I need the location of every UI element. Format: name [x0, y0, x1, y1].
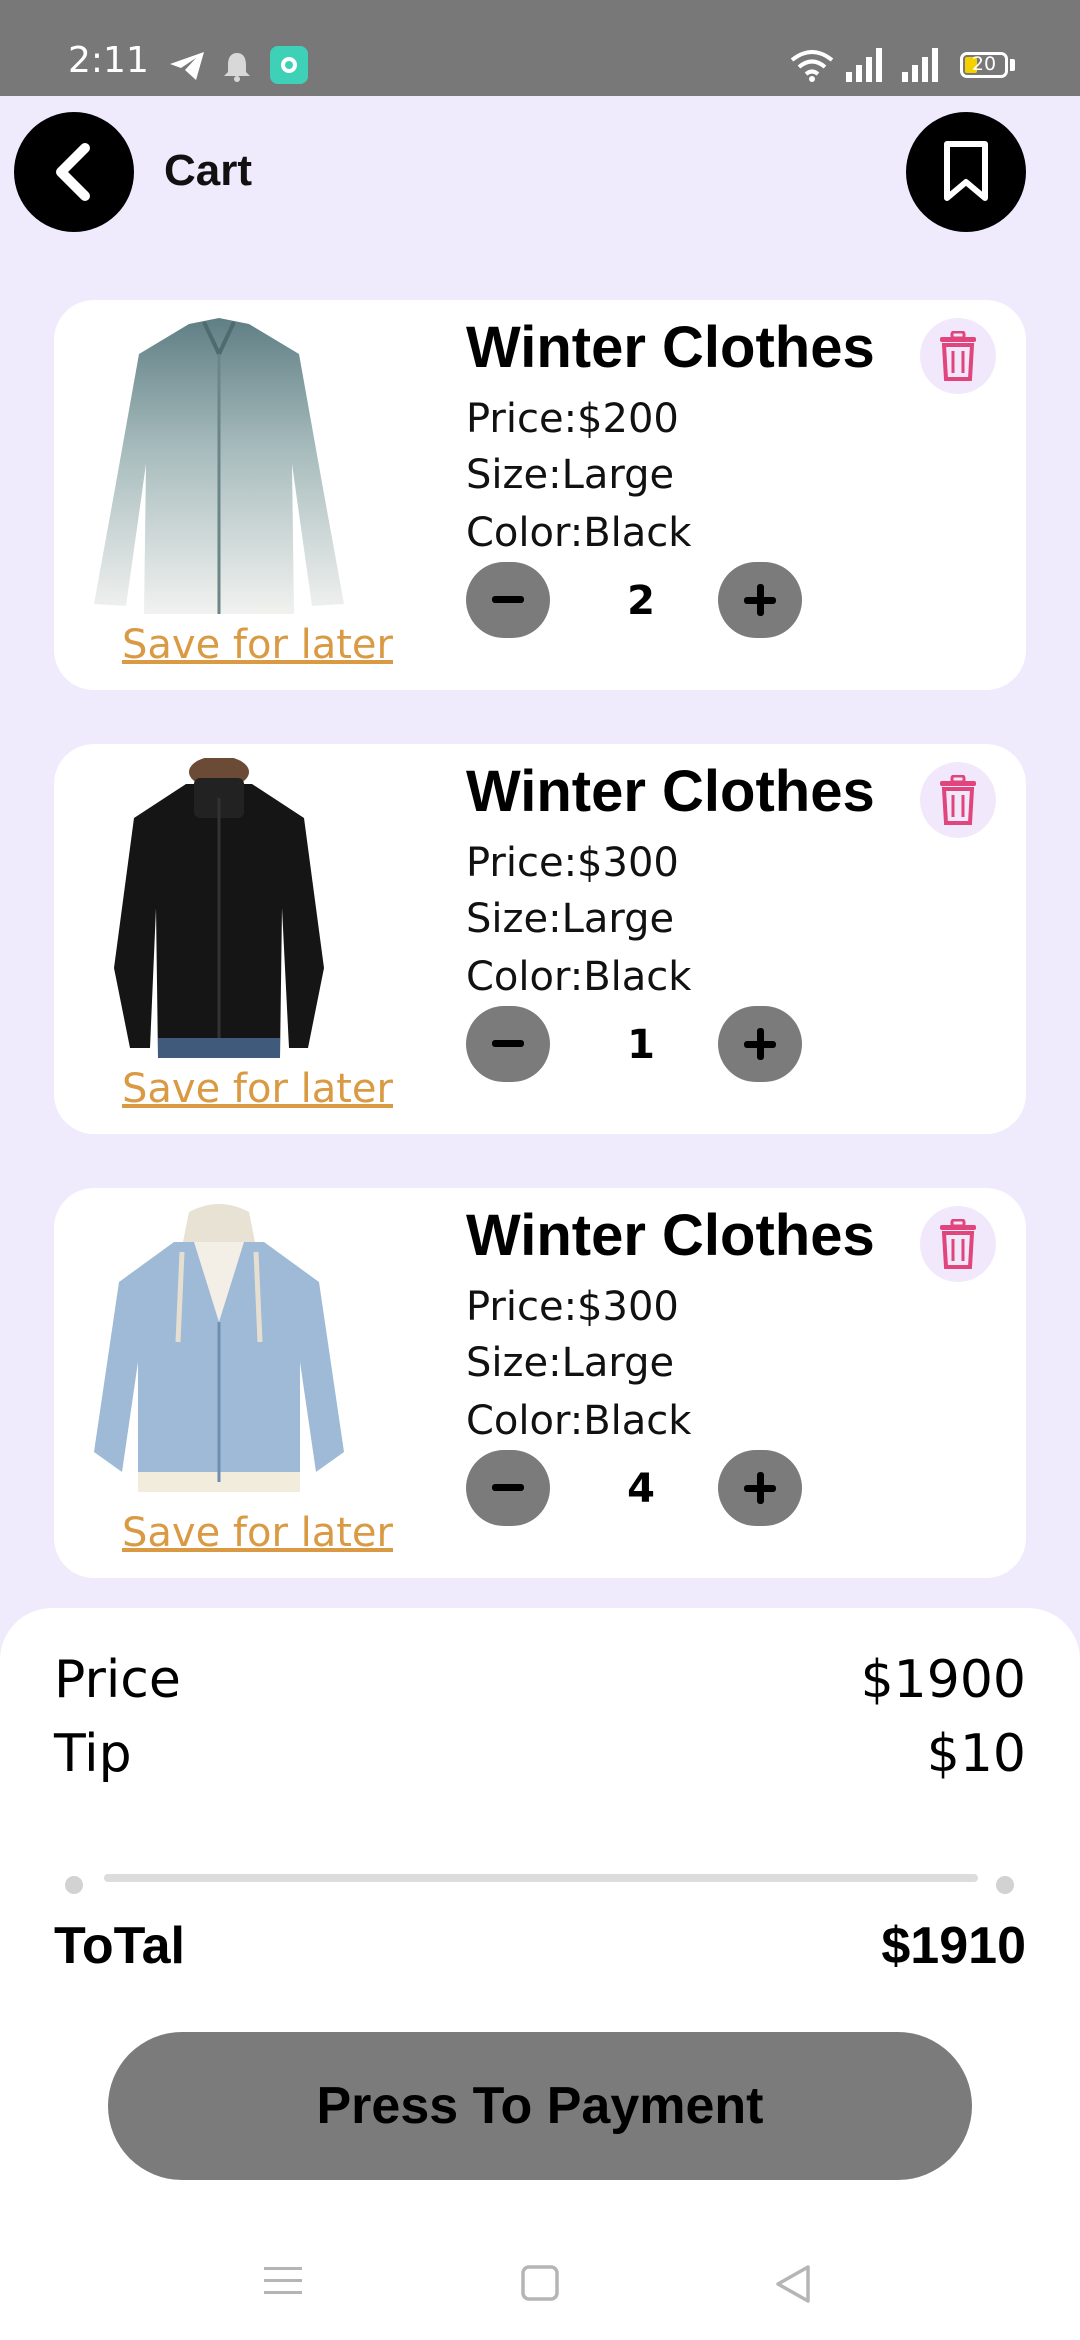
bookmark-button[interactable]: [906, 112, 1026, 232]
back-nav-icon[interactable]: [774, 2264, 814, 2309]
trash-icon: [940, 331, 976, 381]
bookmark-icon: [944, 141, 988, 201]
status-bar: 2:11 20: [0, 0, 1080, 96]
cart-item: Save for later Winter Clothes Price:$300…: [54, 1188, 1026, 1578]
save-for-later-link[interactable]: Save for later: [122, 622, 393, 668]
plus-icon: [744, 1472, 776, 1504]
cart-item: Save for later Winter Clothes Price:$200…: [54, 300, 1026, 690]
item-price: Price:$300: [466, 1284, 679, 1330]
decrease-quantity-button[interactable]: [466, 1450, 550, 1526]
quantity-value: 2: [627, 578, 655, 624]
price-label: Price: [54, 1650, 181, 1710]
product-image: [94, 314, 344, 614]
minus-icon: [492, 1040, 524, 1047]
item-size: Size:Large: [466, 1340, 675, 1386]
item-price: Price:$300: [466, 840, 679, 886]
tip-label: Tip: [54, 1724, 132, 1784]
decrease-quantity-button[interactable]: [466, 1006, 550, 1082]
minus-icon: [492, 596, 524, 603]
divider-dot: [996, 1876, 1014, 1894]
battery-level: 20: [971, 53, 997, 75]
signal-icon: [902, 48, 942, 87]
increase-quantity-button[interactable]: [718, 562, 802, 638]
item-price: Price:$200: [466, 396, 679, 442]
item-color: Color:Black: [466, 510, 692, 556]
trash-icon: [940, 1219, 976, 1269]
cart-item: Save for later Winter Clothes Price:$300…: [54, 744, 1026, 1134]
save-for-later-link[interactable]: Save for later: [122, 1066, 393, 1112]
battery-icon: 20: [960, 52, 1008, 78]
telegram-icon: [168, 50, 206, 87]
product-image: [94, 1202, 344, 1502]
back-button[interactable]: [14, 112, 134, 232]
delete-item-button[interactable]: [920, 762, 996, 838]
wifi-icon: [790, 48, 834, 87]
bell-icon: [222, 50, 252, 87]
item-color: Color:Black: [466, 1398, 692, 1444]
signal-icon: [846, 48, 886, 87]
quantity-value: 4: [627, 1466, 655, 1512]
price-value: $1900: [860, 1650, 1026, 1710]
quantity-value: 1: [627, 1022, 655, 1068]
home-nav-icon[interactable]: [520, 2264, 560, 2307]
increase-quantity-button[interactable]: [718, 1006, 802, 1082]
decrease-quantity-button[interactable]: [466, 562, 550, 638]
delete-item-button[interactable]: [920, 1206, 996, 1282]
page-title: Cart: [164, 146, 253, 195]
product-image: [94, 756, 344, 1058]
minus-icon: [492, 1484, 524, 1491]
increase-quantity-button[interactable]: [718, 1450, 802, 1526]
delete-item-button[interactable]: [920, 318, 996, 394]
tip-value: $10: [926, 1724, 1026, 1784]
item-title: Winter Clothes: [466, 759, 875, 824]
trash-icon: [940, 775, 976, 825]
item-size: Size:Large: [466, 896, 675, 942]
back-arrow-icon: [56, 143, 90, 201]
divider-dot: [65, 1876, 83, 1894]
menu-nav-icon[interactable]: [262, 2264, 304, 2303]
item-title: Winter Clothes: [466, 315, 875, 380]
item-color: Color:Black: [466, 954, 692, 1000]
save-for-later-link[interactable]: Save for later: [122, 1510, 393, 1556]
plus-icon: [744, 1028, 776, 1060]
plus-icon: [744, 584, 776, 616]
summary-divider: [104, 1874, 978, 1882]
total-label: ToTal: [54, 1917, 185, 1975]
order-summary: Price $1900 Tip $10 ToTal $1910 Press To…: [0, 1608, 1080, 2340]
status-time: 2:11: [68, 40, 149, 81]
payment-button[interactable]: Press To Payment: [108, 2032, 972, 2180]
total-value: $1910: [881, 1917, 1026, 1975]
item-size: Size:Large: [466, 452, 675, 498]
item-title: Winter Clothes: [466, 1203, 875, 1268]
app-icon: [270, 46, 308, 89]
